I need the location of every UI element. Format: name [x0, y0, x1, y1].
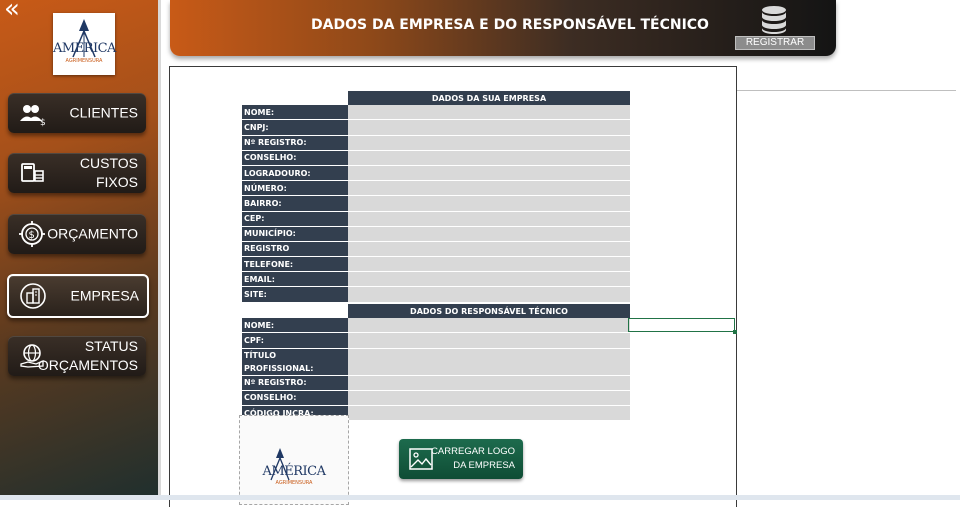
- table-row: NÚMERO:: [242, 180, 630, 197]
- field-label: NOME:: [242, 318, 348, 334]
- target-dollar-icon: $: [19, 221, 45, 247]
- table-row: BAIRRO:: [242, 195, 630, 212]
- sidebar-item-label: ORÇAMENTO: [47, 225, 138, 242]
- table-row: CONSELHO:: [242, 150, 630, 166]
- surveyor-tripod-icon: [270, 448, 290, 481]
- field-label: CNPJ:: [242, 119, 348, 136]
- sidebar-item-status-orcamentos[interactable]: STATUS ORÇAMENTOS: [8, 336, 146, 376]
- selected-cell[interactable]: [628, 318, 737, 334]
- tech-registration-field[interactable]: [348, 375, 630, 391]
- section-title-company: DADOS DA SUA EMPRESA: [348, 91, 630, 106]
- field-label: SITE:: [242, 286, 348, 303]
- registry-field[interactable]: [348, 241, 630, 258]
- field-label: MUNICÍPIO:: [242, 226, 348, 242]
- sidebar-item-orcamento[interactable]: $ ORÇAMENTO: [8, 214, 146, 254]
- technical-data-table: DADOS DO RESPONSÁVEL TÉCNICO NOME: CPF: …: [242, 304, 630, 422]
- company-data-table: DADOS DA SUA EMPRESA NOME: CNPJ: Nº REGI…: [242, 91, 630, 303]
- field-label: CONSELHO:: [242, 150, 348, 166]
- table-row: TÍTULO PROFISSIONAL:: [242, 348, 630, 376]
- logo-tagline: AGRIMENSURA: [275, 480, 313, 486]
- council-field[interactable]: [348, 150, 630, 166]
- table-row: CONSELHO:: [242, 390, 630, 406]
- registration-number-field[interactable]: [348, 135, 630, 151]
- table-row: CEP:: [242, 211, 630, 227]
- table-row: SITE:: [242, 286, 630, 303]
- company-logo: AMÉRICA AGRIMENSURA: [53, 13, 116, 75]
- field-label: CEP:: [242, 211, 348, 227]
- field-label: BAIRRO:: [242, 195, 348, 212]
- sidebar-item-label: CUSTOS FIXOS: [79, 155, 138, 190]
- collapse-sidebar-icon[interactable]: «: [4, 0, 20, 22]
- field-label: NOME:: [242, 105, 348, 121]
- page-header: DADOS DA EMPRESA E DO RESPONSÁVEL TÉCNIC…: [170, 0, 836, 56]
- tech-name-field[interactable]: [348, 318, 630, 334]
- calculator-money-icon: [21, 163, 44, 182]
- neighborhood-field[interactable]: [348, 195, 630, 212]
- sidebar-item-clientes[interactable]: $ CLIENTES: [8, 93, 146, 133]
- table-header-row: DADOS DO RESPONSÁVEL TÉCNICO: [242, 304, 630, 319]
- divider-line: [736, 90, 956, 91]
- cep-field[interactable]: [348, 211, 630, 227]
- tech-council-field[interactable]: [348, 390, 630, 406]
- table-row: TELEFONE:: [242, 256, 630, 273]
- table-row: Nº REGISTRO:: [242, 375, 630, 391]
- table-row: LOGRADOURO:: [242, 165, 630, 182]
- image-icon: [409, 448, 433, 470]
- users-money-icon: $: [20, 105, 46, 127]
- field-label: CPF:: [242, 332, 348, 349]
- field-label: NÚMERO:: [242, 180, 348, 197]
- table-row: CNPJ:: [242, 119, 630, 136]
- cpf-field[interactable]: [348, 332, 630, 349]
- logo-brand: AMÉRICA: [53, 41, 116, 56]
- building-icon: [20, 283, 46, 309]
- city-field[interactable]: [348, 226, 630, 242]
- field-label: TÍTULO PROFISSIONAL:: [242, 348, 348, 376]
- logo-brand: AMÉRICA: [262, 464, 326, 479]
- field-label: LOGRADOURO:: [242, 165, 348, 182]
- page-title: DADOS DA EMPRESA E DO RESPONSÁVEL TÉCNIC…: [311, 17, 709, 33]
- sidebar-item-custos-fixos[interactable]: CUSTOS FIXOS: [8, 153, 146, 193]
- table-header-row: DADOS DA SUA EMPRESA: [242, 91, 630, 106]
- table-row: Nº REGISTRO:: [242, 135, 630, 151]
- database-icon[interactable]: [760, 5, 788, 35]
- field-label: TELEFONE:: [242, 256, 348, 273]
- table-row: MUNICÍPIO:: [242, 226, 630, 242]
- field-label: Nº REGISTRO:: [242, 135, 348, 151]
- horizontal-scrollbar[interactable]: [0, 495, 960, 500]
- sidebar-item-label: EMPRESA: [70, 287, 139, 304]
- table-row: NOME:: [242, 105, 630, 121]
- sidebar-item-label: STATUS ORÇAMENTOS: [37, 338, 138, 373]
- table-row: REGISTRO: [242, 241, 630, 258]
- field-label: EMAIL:: [242, 271, 348, 288]
- incra-code-field[interactable]: [348, 405, 630, 422]
- field-label: CONSELHO:: [242, 390, 348, 406]
- logo-tagline: AGRIMENSURA: [65, 58, 103, 64]
- street-field[interactable]: [348, 165, 630, 182]
- company-name-field[interactable]: [348, 105, 630, 121]
- site-field[interactable]: [348, 286, 630, 303]
- field-label: Nº REGISTRO:: [242, 375, 348, 391]
- logo-preview-box[interactable]: AMÉRICA AGRIMENSURA: [239, 415, 349, 505]
- cnpj-field[interactable]: [348, 119, 630, 136]
- register-button[interactable]: REGISTRAR: [735, 36, 815, 50]
- phone-field[interactable]: [348, 256, 630, 273]
- sidebar-divider: [158, 0, 161, 500]
- professional-title-field[interactable]: [348, 348, 630, 376]
- email-field[interactable]: [348, 271, 630, 288]
- table-row: NOME:: [242, 318, 630, 334]
- upload-logo-button[interactable]: CARREGAR LOGO DA EMPRESA: [399, 439, 523, 479]
- table-row: EMAIL:: [242, 271, 630, 288]
- section-title-technical: DADOS DO RESPONSÁVEL TÉCNICO: [348, 304, 630, 319]
- svg-text:$: $: [29, 230, 35, 241]
- svg-text:$: $: [40, 118, 46, 127]
- sidebar-item-empresa[interactable]: EMPRESA: [7, 274, 149, 318]
- field-label: REGISTRO: [242, 241, 348, 258]
- sidebar: « AMÉRICA AGRIMENSURA $ CLIENTES CUSTOS …: [0, 0, 158, 500]
- number-field[interactable]: [348, 180, 630, 197]
- upload-button-label: CARREGAR LOGO DA EMPRESA: [431, 446, 515, 471]
- sidebar-item-label: CLIENTES: [69, 104, 138, 121]
- table-row: CPF:: [242, 332, 630, 349]
- fill-handle[interactable]: [733, 330, 737, 334]
